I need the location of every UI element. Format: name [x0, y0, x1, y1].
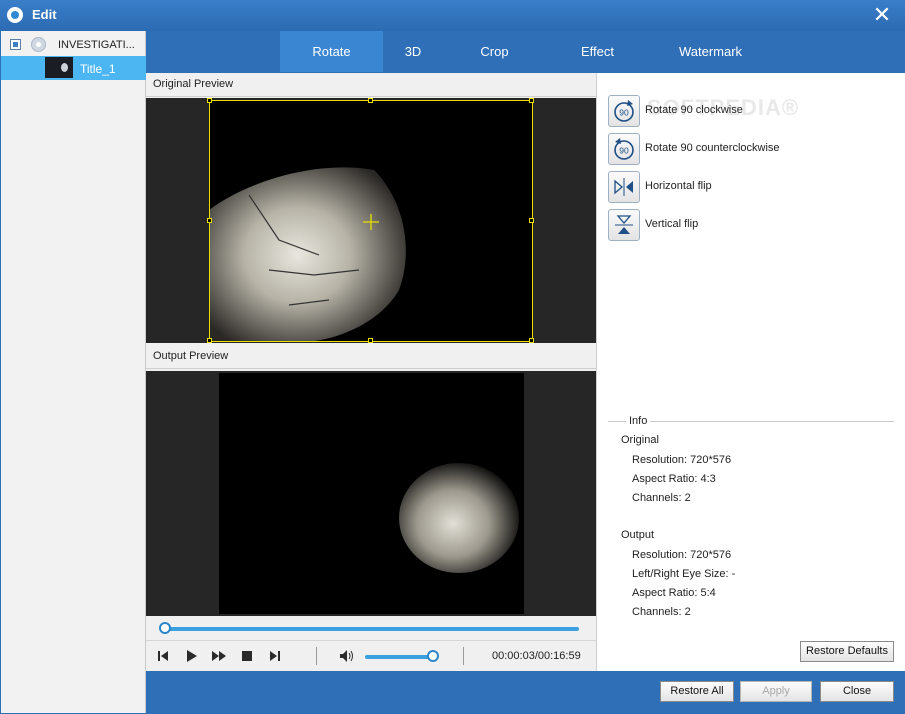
- seek-bar[interactable]: [146, 618, 596, 640]
- output-channels: Channels: 2: [632, 606, 691, 618]
- preview-pane: Original Preview Output Preview 00:00:03…: [146, 73, 596, 671]
- bottom-bar: Restore All Apply Close: [146, 671, 905, 714]
- rotate-clockwise-icon: 90: [614, 100, 634, 122]
- rotate-clockwise-button[interactable]: 90: [608, 95, 640, 127]
- volume-handle[interactable]: [427, 650, 439, 662]
- crop-handle[interactable]: [529, 338, 534, 343]
- tab-rotate[interactable]: Rotate: [280, 31, 383, 72]
- output-video-frame: [219, 373, 524, 614]
- time-display: 00:00:03/00:16:59: [492, 650, 581, 662]
- crosshair-icon: [363, 214, 379, 230]
- output-preview-header: Output Preview: [146, 345, 596, 369]
- original-preview-header: Original Preview: [146, 73, 596, 97]
- output-aspect-ratio: Aspect Ratio: 5:4: [632, 587, 716, 599]
- apply-button[interactable]: Apply: [740, 681, 812, 702]
- next-icon[interactable]: [266, 647, 284, 665]
- rotate-panel: SOFTPEDIA® 90 Rotate 90 clockwise 90 Rot…: [596, 73, 905, 671]
- original-channels: Channels: 2: [632, 492, 691, 504]
- previous-icon[interactable]: [154, 647, 172, 665]
- output-preview-label: Output Preview: [153, 350, 229, 362]
- info-title: Info: [626, 415, 651, 427]
- item-checkbox[interactable]: [10, 39, 21, 50]
- divider: [316, 647, 317, 665]
- crop-handle[interactable]: [368, 98, 373, 103]
- original-preview-label: Original Preview: [153, 78, 234, 90]
- disc-icon: [31, 37, 46, 52]
- original-heading: Original: [621, 434, 659, 446]
- rotate-counterclockwise-button[interactable]: 90: [608, 133, 640, 165]
- seek-track[interactable]: [164, 627, 579, 631]
- tab-bar: Rotate 3D Crop Effect Watermark: [146, 31, 905, 73]
- original-resolution: Resolution: 720*576: [632, 454, 732, 466]
- stop-icon[interactable]: [238, 647, 256, 665]
- info-divider: [608, 421, 894, 422]
- original-aspect-ratio: Aspect Ratio: 4:3: [632, 473, 716, 485]
- svg-text:90: 90: [619, 146, 629, 156]
- crop-handle[interactable]: [207, 218, 212, 223]
- output-preview: [146, 371, 596, 616]
- window-title: Edit: [32, 7, 57, 22]
- play-icon[interactable]: [182, 647, 200, 665]
- seek-handle[interactable]: [159, 622, 171, 634]
- crop-handle[interactable]: [207, 338, 212, 343]
- tree-item-title[interactable]: Title_1: [1, 56, 146, 80]
- rotate-counterclockwise-label[interactable]: Rotate 90 counterclockwise: [645, 142, 780, 154]
- tree-item-label: Title_1: [80, 62, 116, 76]
- close-window-icon[interactable]: ✕: [871, 4, 893, 26]
- app-logo-icon: [7, 7, 23, 23]
- rotate-clockwise-label[interactable]: Rotate 90 clockwise: [645, 104, 743, 116]
- crop-frame[interactable]: [207, 98, 534, 343]
- crop-handle[interactable]: [368, 338, 373, 343]
- volume-icon[interactable]: [338, 647, 356, 665]
- restore-defaults-button[interactable]: Restore Defaults: [800, 641, 894, 662]
- horizontal-flip-icon: [614, 178, 633, 196]
- tab-crop[interactable]: Crop: [443, 31, 546, 72]
- player-controls: 00:00:03/00:16:59: [146, 640, 596, 671]
- divider: [463, 647, 464, 665]
- tab-3d[interactable]: 3D: [383, 31, 443, 72]
- output-eye-size: Left/Right Eye Size: -: [632, 568, 736, 580]
- vertical-flip-icon: [615, 215, 633, 234]
- restore-all-button[interactable]: Restore All: [660, 681, 734, 702]
- close-button[interactable]: Close: [820, 681, 894, 702]
- original-preview: [146, 98, 596, 343]
- rotate-counterclockwise-icon: 90: [614, 138, 634, 160]
- crop-handle[interactable]: [207, 98, 212, 103]
- file-tree: INVESTIGATI... Title_1: [1, 31, 146, 713]
- tree-item-disc[interactable]: INVESTIGATI...: [1, 33, 146, 57]
- tree-item-label: INVESTIGATI...: [58, 39, 135, 51]
- vertical-flip-label[interactable]: Vertical flip: [645, 218, 698, 230]
- svg-text:90: 90: [619, 108, 629, 118]
- output-resolution: Resolution: 720*576: [632, 549, 732, 561]
- horizontal-flip-button[interactable]: [608, 171, 640, 203]
- title-bar: Edit ✕: [0, 0, 905, 31]
- horizontal-flip-label[interactable]: Horizontal flip: [645, 180, 712, 192]
- tab-watermark[interactable]: Watermark: [649, 31, 772, 72]
- volume-track[interactable]: [365, 655, 435, 659]
- output-heading: Output: [621, 529, 655, 541]
- crop-handle[interactable]: [529, 218, 534, 223]
- vertical-flip-button[interactable]: [608, 209, 640, 241]
- video-thumbnail: [45, 57, 73, 78]
- output-video-image: [399, 463, 519, 573]
- crop-handle[interactable]: [529, 98, 534, 103]
- tab-effect[interactable]: Effect: [546, 31, 649, 72]
- fast-forward-icon[interactable]: [210, 647, 228, 665]
